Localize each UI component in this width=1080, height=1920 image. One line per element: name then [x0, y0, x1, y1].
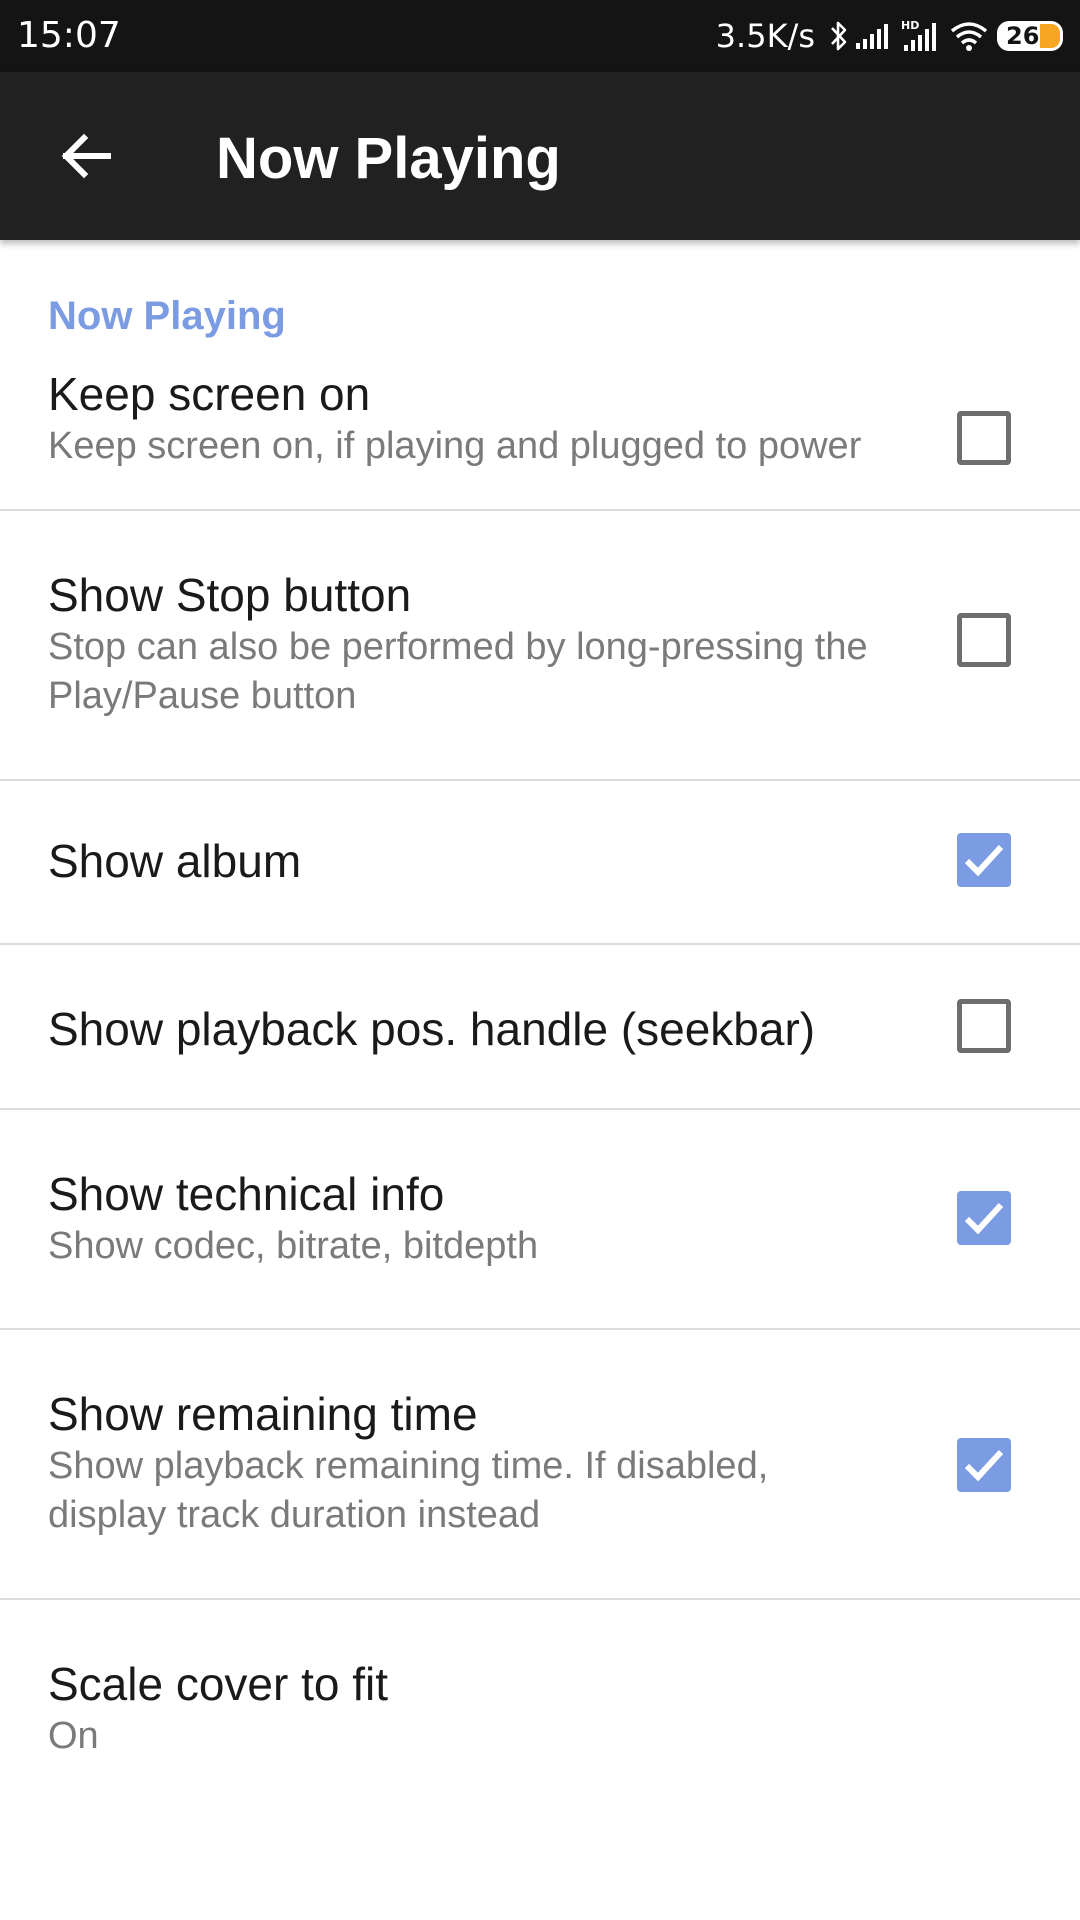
- pref-title: Show remaining time: [48, 1388, 478, 1440]
- show-album-checkbox[interactable]: [957, 833, 1011, 887]
- network-speed: 3.5K/s: [715, 17, 815, 55]
- pref-show-album[interactable]: Show album: [0, 781, 1080, 945]
- status-bar: 15:07 3.5K/s HD 26: [0, 0, 1080, 72]
- pref-summary: Keep screen on, if playing and plugged t…: [48, 425, 862, 467]
- show-remaining-time-checkbox[interactable]: [957, 1438, 1011, 1492]
- status-icons: 3.5K/s HD 26: [716, 14, 1063, 58]
- wifi-icon: [950, 22, 988, 51]
- pref-title: Show album: [48, 835, 302, 887]
- pref-scale-cover-to-fit[interactable]: Scale cover to fit On: [0, 1600, 1080, 1820]
- pref-title: Show playback pos. handle (seekbar): [48, 1003, 816, 1055]
- pref-title: Keep screen on: [48, 368, 371, 420]
- pref-title: Scale cover to fit: [48, 1658, 389, 1710]
- check-icon: [964, 1202, 1004, 1235]
- pref-summary: On: [48, 1715, 99, 1757]
- battery-fill: [1040, 24, 1060, 48]
- check-icon: [964, 844, 1004, 877]
- pref-show-remaining-time[interactable]: Show remaining time Show playback remain…: [0, 1330, 1080, 1600]
- pref-show-technical-info[interactable]: Show technical info Show codec, bitrate,…: [0, 1110, 1080, 1330]
- bluetooth-icon: [831, 21, 847, 51]
- check-icon: [964, 1449, 1004, 1482]
- battery-level: 26: [1006, 22, 1040, 50]
- pref-title: Show technical info: [48, 1168, 445, 1220]
- pref-show-seekbar[interactable]: Show playback pos. handle (seekbar): [0, 945, 1080, 1110]
- svg-text:HD: HD: [901, 19, 919, 32]
- app-bar: Now Playing: [0, 72, 1080, 240]
- pref-show-stop-button[interactable]: Show Stop button Stop can also be perfor…: [0, 511, 1080, 781]
- pref-keep-screen-on[interactable]: Keep screen on Keep screen on, if playin…: [0, 356, 1080, 511]
- status-time: 15:07: [17, 15, 121, 56]
- battery-icon: 26: [997, 21, 1063, 51]
- arrow-left-icon: [61, 133, 111, 179]
- show-seekbar-checkbox[interactable]: [957, 999, 1011, 1053]
- back-button[interactable]: [40, 116, 130, 196]
- show-technical-info-checkbox[interactable]: [957, 1191, 1011, 1245]
- keep-screen-on-checkbox[interactable]: [957, 411, 1011, 465]
- section-header: Now Playing: [48, 294, 286, 338]
- hd-signal-icon: HD: [901, 19, 936, 51]
- pref-title: Show Stop button: [48, 569, 412, 621]
- pref-summary: Stop can also be performed by long-press…: [48, 626, 868, 717]
- pref-summary: Show playback remaining time. If disable…: [48, 1445, 769, 1536]
- signal-icon: [856, 24, 888, 49]
- pref-summary: Show codec, bitrate, bitdepth: [48, 1225, 539, 1267]
- page-title: Now Playing: [216, 126, 561, 191]
- settings-list: Now Playing Keep screen on Keep screen o…: [0, 240, 1080, 1820]
- show-stop-button-checkbox[interactable]: [957, 613, 1011, 667]
